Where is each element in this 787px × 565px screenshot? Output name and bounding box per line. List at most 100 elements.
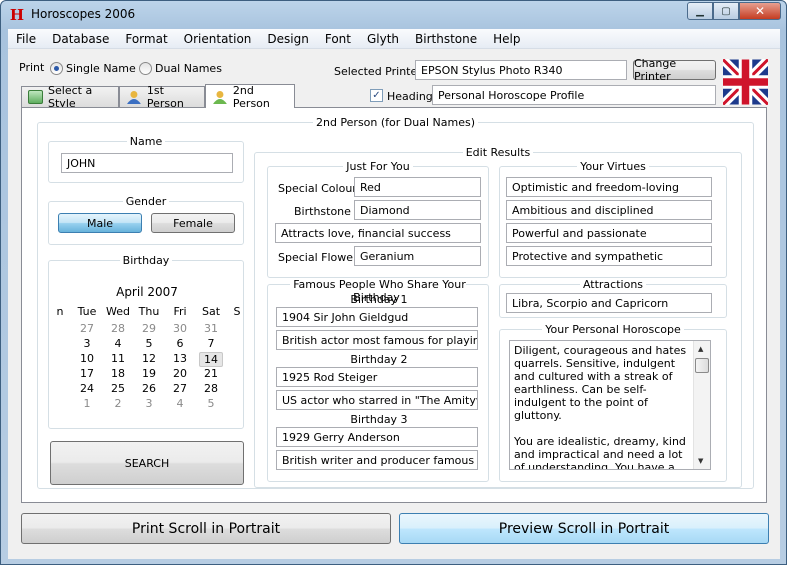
virtue-field[interactable]: Ambitious and disciplined bbox=[506, 200, 712, 220]
calendar-date[interactable]: 3 bbox=[75, 337, 99, 350]
app-logo-icon: H bbox=[9, 6, 25, 24]
calendar-date[interactable]: 5 bbox=[199, 397, 223, 410]
calendar-date[interactable]: 24 bbox=[75, 382, 99, 395]
calendar-date[interactable]: 27 bbox=[168, 382, 192, 395]
just-for-you-group: Just For You Special Colour Red Birthsto… bbox=[267, 160, 489, 278]
tab-select-a-style[interactable]: Select a Style bbox=[21, 84, 119, 110]
scroll-up-icon[interactable]: ▲ bbox=[698, 345, 703, 353]
calendar-date[interactable]: 11 bbox=[106, 352, 130, 365]
calendar-date[interactable]: 21 bbox=[199, 367, 223, 380]
calendar-date[interactable]: 28 bbox=[106, 322, 130, 335]
special-colour-field[interactable]: Red bbox=[354, 177, 481, 197]
attractions-title: Attractions bbox=[579, 278, 647, 291]
scroll-down-icon[interactable]: ▼ bbox=[698, 457, 703, 465]
horoscope-paragraph-2: You are idealistic, dreamy, kind and imp… bbox=[514, 435, 686, 470]
calendar-day-header: Thu bbox=[138, 305, 160, 318]
menu-birthstone[interactable]: Birthstone bbox=[407, 29, 485, 48]
birthday-2-name-field[interactable]: 1925 Rod Steiger bbox=[276, 367, 478, 387]
birthday-group-title: Birthday bbox=[119, 254, 173, 267]
attractions-group: Attractions Libra, Scorpio and Capricorn bbox=[499, 278, 727, 318]
minimize-button[interactable]: ▁ bbox=[687, 2, 713, 20]
maximize-button[interactable]: ▢ bbox=[713, 2, 739, 20]
close-button[interactable]: ✕ bbox=[739, 2, 781, 20]
print-scroll-button[interactable]: Print Scroll in Portrait bbox=[21, 513, 391, 544]
attractions-field[interactable]: Libra, Scorpio and Capricorn bbox=[506, 293, 712, 313]
title-bar[interactable]: H Horoscopes 2006 ▁ ▢ ✕ bbox=[1, 1, 786, 29]
preview-scroll-button[interactable]: Preview Scroll in Portrait bbox=[399, 513, 769, 544]
calendar-date[interactable]: 4 bbox=[168, 397, 192, 410]
birthday-1-name-field[interactable]: 1904 Sir John Gieldgud bbox=[276, 307, 478, 327]
attracts-field[interactable]: Attracts love, financial success bbox=[275, 223, 481, 243]
menu-format[interactable]: Format bbox=[117, 29, 175, 48]
horoscope-textarea[interactable]: Diligent, courageous and hates quarrels.… bbox=[509, 340, 711, 470]
calendar-day-header: Wed bbox=[106, 305, 130, 318]
calendar-date[interactable]: 12 bbox=[137, 352, 161, 365]
horoscope-title: Your Personal Horoscope bbox=[542, 323, 684, 336]
virtue-field[interactable]: Protective and sympathetic bbox=[506, 246, 712, 266]
calendar-date[interactable]: 25 bbox=[106, 382, 130, 395]
special-colour-label: Special Colour bbox=[278, 182, 357, 195]
calendar-date[interactable]: 4 bbox=[106, 337, 130, 350]
uk-flag-icon[interactable] bbox=[723, 59, 768, 105]
horoscope-scrollbar[interactable]: ▲ ▼ bbox=[693, 341, 710, 469]
person-icon bbox=[126, 91, 141, 104]
menu-font[interactable]: Font bbox=[317, 29, 359, 48]
calendar-date[interactable]: 2 bbox=[106, 397, 130, 410]
change-printer-button[interactable]: Change Printer bbox=[633, 57, 716, 83]
calendar-date[interactable]: 14 bbox=[199, 352, 223, 367]
male-button[interactable]: Male bbox=[58, 213, 142, 233]
search-button[interactable]: SEARCH bbox=[50, 441, 244, 485]
birthday-1-label: Birthday 1 bbox=[350, 293, 408, 306]
name-field[interactable]: JOHN bbox=[61, 153, 233, 173]
menu-design[interactable]: Design bbox=[259, 29, 316, 48]
birthday-3-desc-field[interactable]: British writer and producer famous for "… bbox=[276, 450, 478, 470]
single-name-radio[interactable] bbox=[50, 62, 63, 75]
single-name-label[interactable]: Single Name bbox=[66, 62, 136, 75]
calendar-date[interactable]: 26 bbox=[137, 382, 161, 395]
calendar-date[interactable]: 27 bbox=[75, 322, 99, 335]
birthstone-field[interactable]: Diamond bbox=[354, 200, 481, 220]
calendar-date[interactable]: 30 bbox=[168, 322, 192, 335]
calendar-date[interactable]: 17 bbox=[75, 367, 99, 380]
birthstone-label: Birthstone bbox=[294, 205, 351, 218]
calendar-date[interactable]: 7 bbox=[199, 337, 223, 350]
menu-glyth[interactable]: Glyth bbox=[359, 29, 407, 48]
calendar-date[interactable]: 20 bbox=[168, 367, 192, 380]
edit-results-group: Edit Results Just For You Special Colour… bbox=[254, 146, 742, 488]
tab-2nd-person[interactable]: 2nd Person bbox=[205, 83, 295, 110]
menu-file[interactable]: File bbox=[8, 29, 44, 48]
menu-orientation[interactable]: Orientation bbox=[176, 29, 260, 48]
heading-checkbox[interactable]: ✓ bbox=[370, 89, 383, 102]
virtue-field[interactable]: Optimistic and freedom-loving bbox=[506, 177, 712, 197]
birthday-3-name-field[interactable]: 1929 Gerry Anderson bbox=[276, 427, 478, 447]
calendar-date[interactable]: 10 bbox=[75, 352, 99, 365]
menu-help[interactable]: Help bbox=[485, 29, 528, 48]
dual-names-radio[interactable] bbox=[139, 62, 152, 75]
dual-names-label[interactable]: Dual Names bbox=[155, 62, 222, 75]
tab-panel: 2nd Person (for Dual Names) Name JOHN Ge… bbox=[21, 107, 767, 503]
famous-people-group: Famous People Who Share Your Birthday Bi… bbox=[267, 278, 489, 482]
gender-group-title: Gender bbox=[122, 195, 170, 208]
calendar-date[interactable]: 29 bbox=[137, 322, 161, 335]
calendar-date[interactable]: 3 bbox=[137, 397, 161, 410]
calendar-date[interactable]: 28 bbox=[199, 382, 223, 395]
heading-field[interactable]: Personal Horoscope Profile bbox=[432, 85, 716, 105]
calendar-date[interactable]: 6 bbox=[168, 337, 192, 350]
calendar-date[interactable]: 19 bbox=[137, 367, 161, 380]
tab-label: 2nd Person bbox=[232, 83, 270, 110]
calendar-date[interactable]: 18 bbox=[106, 367, 130, 380]
printer-field[interactable]: EPSON Stylus Photo R340 bbox=[415, 60, 627, 80]
calendar-date[interactable]: 1 bbox=[75, 397, 99, 410]
scroll-thumb[interactable] bbox=[695, 358, 709, 373]
menu-database[interactable]: Database bbox=[44, 29, 117, 48]
calendar-date[interactable]: 31 bbox=[199, 322, 223, 335]
special-flower-field[interactable]: Geranium bbox=[354, 246, 481, 266]
calendar-date[interactable]: 13 bbox=[168, 352, 192, 365]
calendar-month[interactable]: April 2007 bbox=[49, 285, 245, 299]
birthday-2-desc-field[interactable]: US actor who starred in "The Amityville … bbox=[276, 390, 478, 410]
female-button[interactable]: Female bbox=[151, 213, 235, 233]
calendar-date[interactable]: 5 bbox=[137, 337, 161, 350]
virtue-field[interactable]: Powerful and passionate bbox=[506, 223, 712, 243]
birthday-1-desc-field[interactable]: British actor most famous for playing "H… bbox=[276, 330, 478, 350]
tab-1st-person[interactable]: 1st Person bbox=[119, 84, 205, 110]
